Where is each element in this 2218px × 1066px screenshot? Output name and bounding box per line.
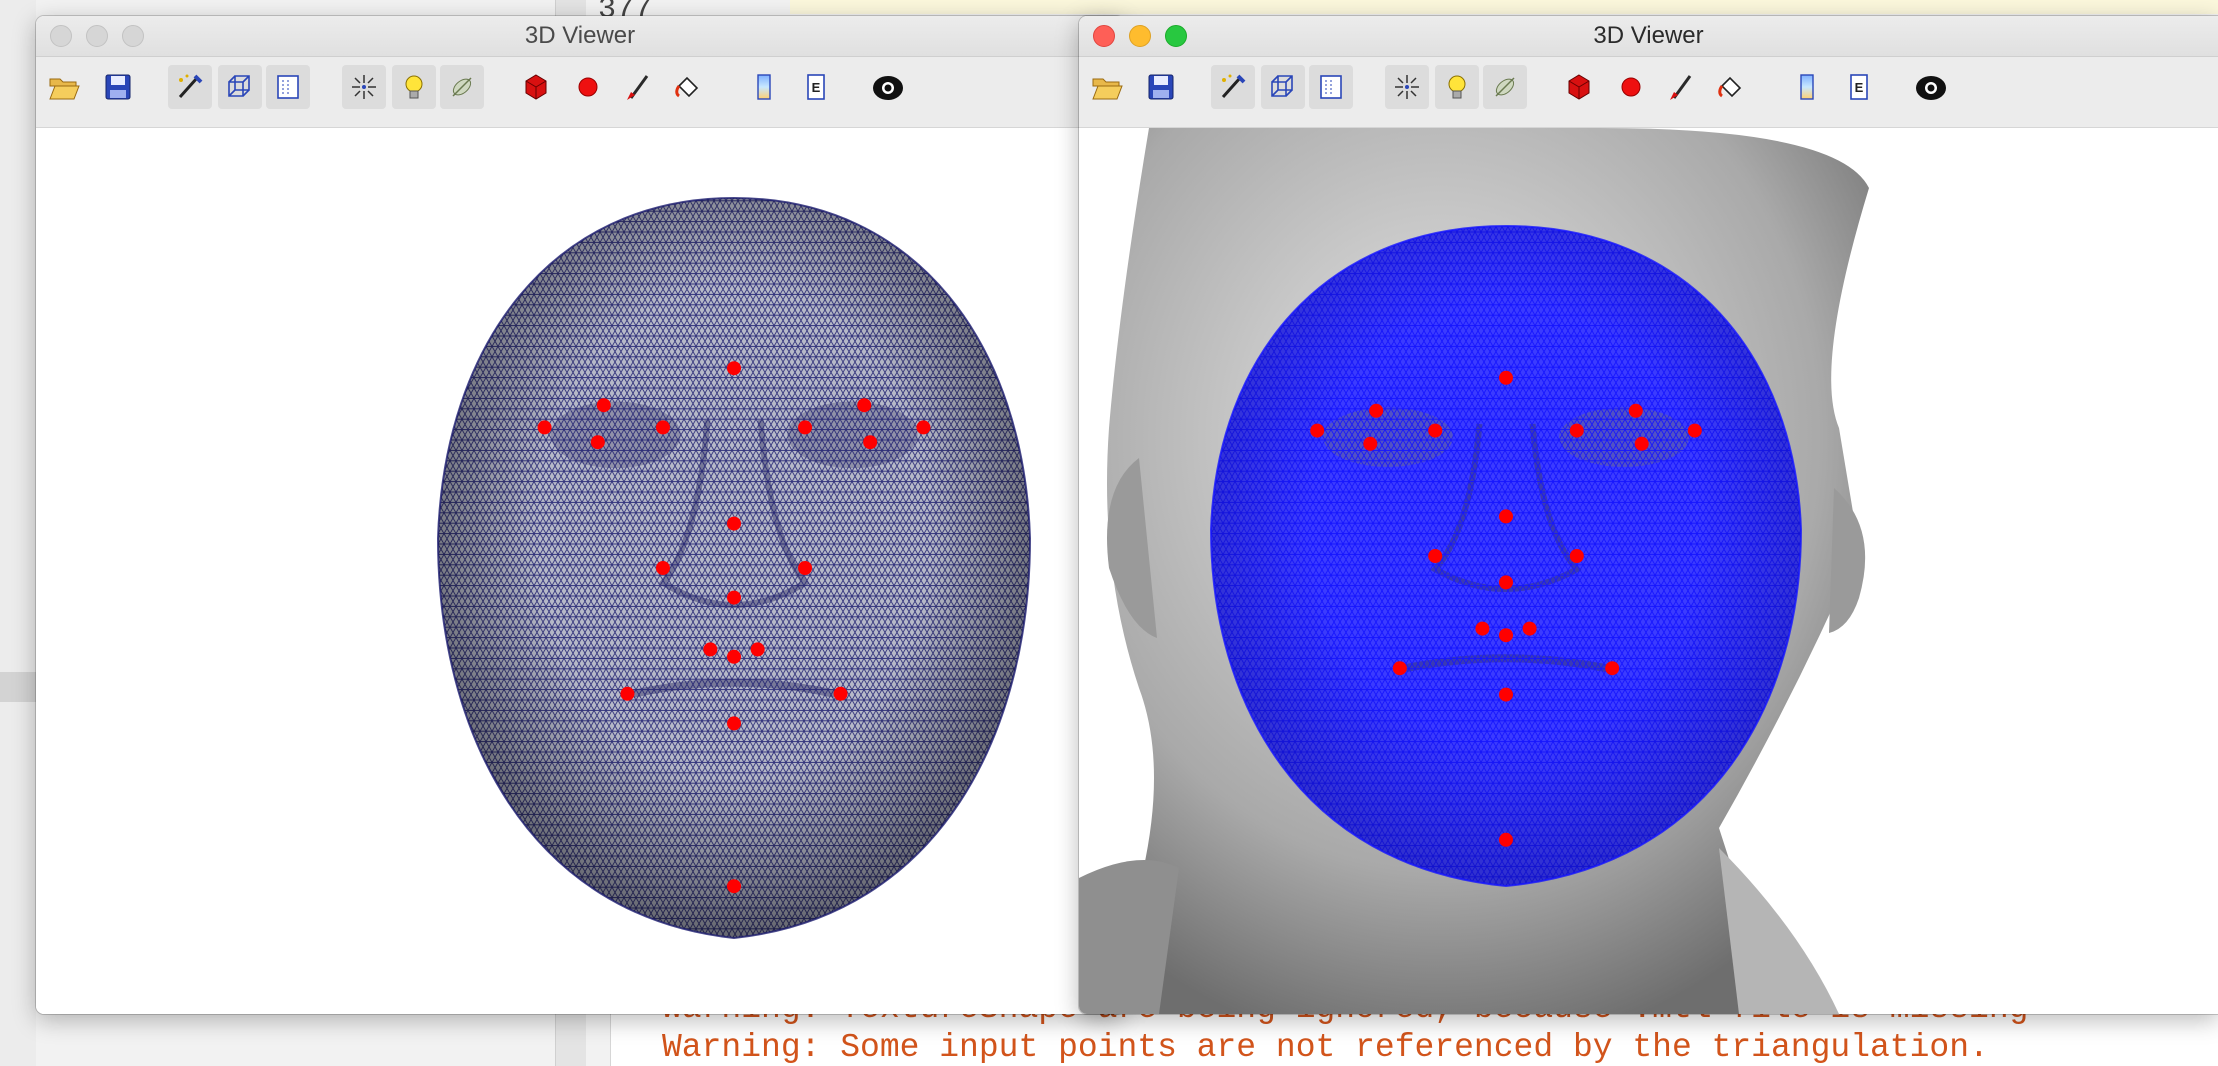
- open-file-icon[interactable]: [42, 65, 86, 109]
- export-e-icon[interactable]: E: [1837, 65, 1881, 109]
- landmark-point: [1634, 436, 1649, 451]
- camera-icon[interactable]: [1909, 65, 1953, 109]
- pick-icon[interactable]: [168, 65, 212, 109]
- landmark-point: [1499, 509, 1513, 524]
- window-title: 3D Viewer: [524, 22, 636, 49]
- landmark-point: [1522, 621, 1537, 636]
- landmark-point: [1392, 661, 1407, 676]
- landmark-point: [750, 642, 765, 657]
- landmark-point: [1499, 832, 1513, 847]
- landmark-point: [1499, 370, 1513, 385]
- mesh-color-icon[interactable]: [1557, 65, 1601, 109]
- landmark-point: [655, 420, 670, 435]
- titlebar[interactable]: 3D Viewer: [1079, 16, 2218, 57]
- view-icon[interactable]: [266, 65, 310, 109]
- landmark-point: [863, 435, 878, 450]
- viewer-window-right[interactable]: 3D Viewer E: [1079, 16, 2218, 1014]
- colorbar-icon[interactable]: [742, 65, 786, 109]
- mesh-color-icon[interactable]: [514, 65, 558, 109]
- select-points-icon[interactable]: [1385, 65, 1429, 109]
- landmark-point: [1428, 549, 1443, 563]
- svg-text:E: E: [812, 80, 821, 95]
- point-color-icon[interactable]: [1609, 65, 1653, 109]
- pick-icon[interactable]: [1211, 65, 1255, 109]
- landmark-point: [1369, 403, 1384, 418]
- colorbar-icon[interactable]: [1785, 65, 1829, 109]
- bounding-box-icon[interactable]: [1261, 65, 1305, 109]
- landmark-point: [1475, 621, 1490, 636]
- landmark-point: [703, 642, 718, 657]
- landmark-point: [727, 590, 741, 605]
- view-icon[interactable]: [1309, 65, 1353, 109]
- landmark-point: [655, 561, 670, 575]
- landmark-point: [1605, 661, 1620, 676]
- landmark-point: [916, 420, 931, 435]
- landmark-point: [857, 398, 872, 413]
- face-scan-render: [1079, 128, 1869, 1014]
- landmark-point: [1499, 628, 1513, 643]
- landmark-point: [1628, 403, 1643, 418]
- landmark-point: [620, 686, 635, 701]
- light-bulb-icon[interactable]: [1435, 65, 1479, 109]
- landmark-point: [1499, 575, 1513, 590]
- background-left-strip: [0, 0, 36, 1066]
- landmark-point: [596, 398, 611, 413]
- brush-icon[interactable]: [616, 65, 660, 109]
- export-e-icon[interactable]: E: [794, 65, 838, 109]
- toolbar: E: [1079, 57, 2218, 128]
- window-title: 3D Viewer: [1593, 22, 1704, 49]
- landmark-point: [727, 516, 741, 531]
- open-file-icon[interactable]: [1085, 65, 1129, 109]
- save-icon[interactable]: [96, 65, 140, 109]
- landmark-point: [1363, 436, 1378, 451]
- landmark-point: [1687, 423, 1702, 438]
- landmark-point: [727, 361, 741, 376]
- console-warning-2: Warning: Some input points are not refer…: [662, 1029, 1989, 1066]
- brush-icon[interactable]: [1659, 65, 1703, 109]
- landmark-point: [1428, 423, 1443, 438]
- background-tab: [0, 672, 36, 702]
- select-points-icon[interactable]: [342, 65, 386, 109]
- landmark-point: [727, 879, 741, 894]
- landmark-point: [833, 686, 848, 701]
- landmark-point: [798, 561, 813, 575]
- fill-icon[interactable]: [666, 65, 710, 109]
- landmark-point: [727, 649, 741, 664]
- light-bulb-icon[interactable]: [392, 65, 436, 109]
- landmark-point: [1310, 423, 1325, 438]
- face-mesh-render: [436, 196, 1032, 940]
- save-icon[interactable]: [1139, 65, 1183, 109]
- landmark-point: [537, 420, 552, 435]
- landmark-point: [798, 420, 813, 435]
- svg-text:E: E: [1855, 80, 1864, 95]
- 3d-viewport[interactable]: [1079, 128, 2218, 1014]
- camera-icon[interactable]: [866, 65, 910, 109]
- 3d-viewport[interactable]: [36, 128, 1124, 1014]
- landmark-point: [1499, 687, 1513, 702]
- fill-icon[interactable]: [1709, 65, 1753, 109]
- hide-icon[interactable]: [440, 65, 484, 109]
- editor-highlight: [790, 0, 2218, 14]
- point-color-icon[interactable]: [566, 65, 610, 109]
- viewer-window-left[interactable]: 3D Viewer E: [36, 16, 1124, 1014]
- bounding-box-icon[interactable]: [218, 65, 262, 109]
- landmark-point: [727, 716, 741, 731]
- landmark-point: [1569, 423, 1584, 438]
- hide-icon[interactable]: [1483, 65, 1527, 109]
- titlebar[interactable]: 3D Viewer: [36, 16, 1124, 57]
- landmark-point: [590, 435, 605, 450]
- landmark-point: [1569, 549, 1584, 563]
- toolbar: E: [36, 57, 1124, 128]
